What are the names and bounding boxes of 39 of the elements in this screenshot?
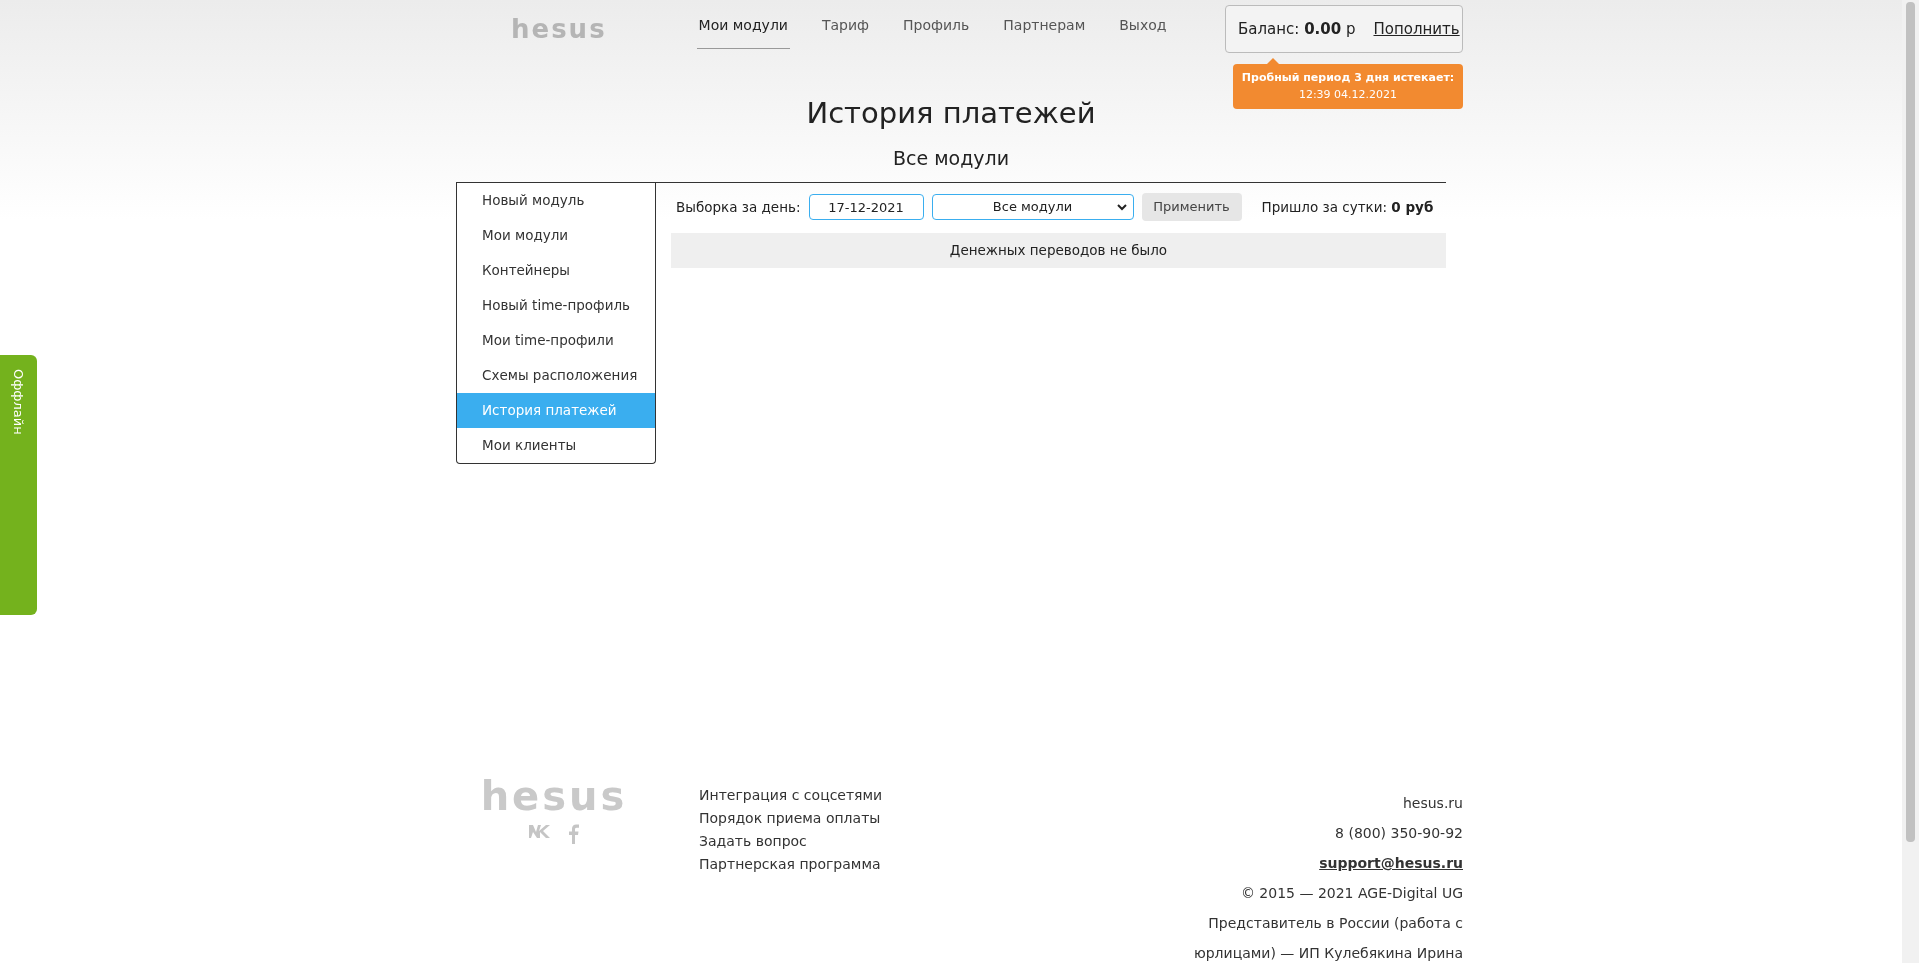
phone-number: 8 (800) 350-90-92 — [1335, 824, 1463, 843]
vk-icon[interactable] — [529, 824, 551, 838]
footer-link[interactable]: Партнерская программа — [699, 853, 883, 876]
sidebar-item[interactable]: Контейнеры — [457, 253, 655, 288]
sidebar-item[interactable]: Новый time-профиль — [457, 288, 655, 323]
footer-link[interactable]: Задать вопрос — [699, 830, 883, 853]
representative-text: Представитель в России (работа с — [1208, 914, 1463, 933]
copyright: © 2015 — 2021 AGE-Digital UG — [1240, 884, 1463, 903]
apply-button[interactable]: Применить — [1141, 193, 1242, 221]
sidebar-item[interactable]: Новый модуль — [457, 183, 655, 218]
nav-link[interactable]: Выход — [1117, 15, 1169, 49]
scrollbar[interactable] — [1902, 0, 1919, 963]
nav-link[interactable]: Профиль — [901, 15, 972, 49]
sidebar-item[interactable]: Схемы расположения — [457, 358, 655, 393]
nav-link[interactable]: Партнерам — [1001, 15, 1088, 49]
footer-link[interactable]: Порядок приема оплаты — [699, 807, 883, 830]
page-title: История платежей — [806, 95, 1096, 132]
footer-link[interactable]: Интеграция с соцсетями — [699, 784, 883, 807]
date-label: Выборка за день: — [676, 197, 801, 217]
trial-title: Пробный период 3 дня истекает: — [1240, 70, 1456, 86]
module-select[interactable]: Все модули — [931, 194, 1134, 220]
page-subtitle: Все модули — [892, 145, 1009, 171]
trial-date: 12:39 04.12.2021 — [1297, 86, 1399, 103]
empty-message: Денежных переводов не было — [671, 233, 1446, 268]
email-link[interactable]: support@hesus.ru — [1319, 848, 1463, 878]
sidebar-item[interactable]: Мои модули — [457, 218, 655, 253]
balance-text: Баланс: 0.00 р — [1238, 18, 1356, 40]
sidebar-item[interactable]: Мои клиенты — [457, 428, 655, 463]
representative-text: юрлицами) — ИП Кулебякина Ирина — [1193, 944, 1463, 963]
scrollbar-thumb[interactable] — [1906, 2, 1915, 842]
daily-total: Пришло за сутки: 0 руб — [1261, 197, 1434, 217]
nav-link[interactable]: Тариф — [819, 15, 872, 49]
nav-link[interactable]: Мои модули — [696, 15, 790, 49]
topup-link[interactable]: Пополнить — [1373, 17, 1460, 41]
chevron-down-icon — [1116, 203, 1127, 211]
facebook-icon[interactable] — [569, 824, 579, 844]
site-address: hesus.ru — [1402, 794, 1463, 813]
date-field[interactable]: 17-12-2021 — [808, 194, 924, 220]
sidebar-item[interactable]: Мои time-профили — [457, 323, 655, 358]
